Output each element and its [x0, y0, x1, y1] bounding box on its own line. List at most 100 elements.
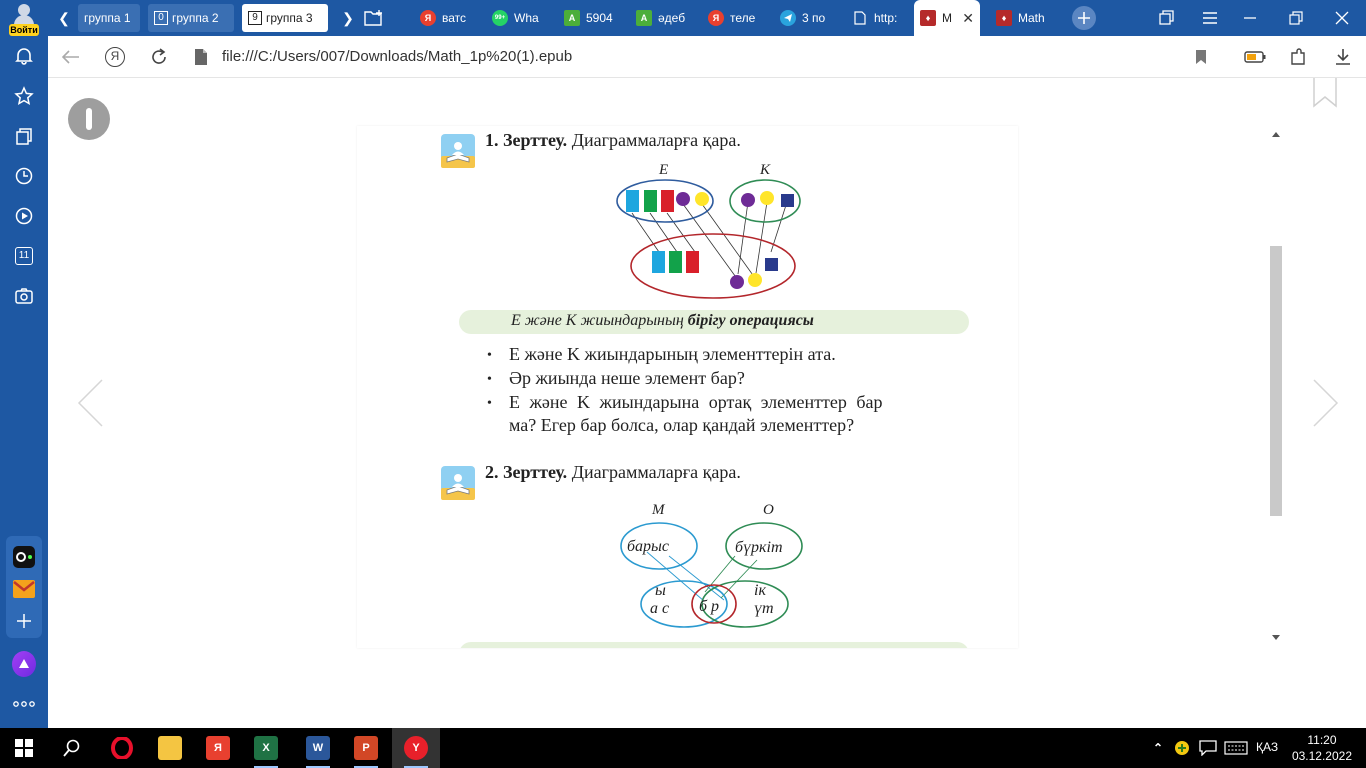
excel-icon: X: [254, 736, 278, 760]
letters-middle: б р: [699, 598, 719, 615]
powerpoint-icon: P: [354, 736, 378, 760]
tab-6[interactable]: http:: [852, 4, 908, 32]
telegram-icon: [780, 10, 796, 26]
bullet-text: E және K жиындарына ортақ элементтер бар: [509, 392, 883, 412]
bell-icon[interactable]: [12, 44, 36, 68]
tab-group-2[interactable]: 0 группа 2: [148, 4, 234, 32]
tab-group-3[interactable]: 9 группа 3: [242, 4, 328, 32]
scroll-down-icon[interactable]: [1271, 634, 1281, 642]
language-indicator[interactable]: ҚАЗ: [1256, 740, 1278, 754]
excel-app[interactable]: X: [242, 728, 290, 768]
union-diagram: E K: [616, 162, 801, 299]
history-icon[interactable]: [12, 164, 36, 188]
yandex-icon: Я: [206, 736, 230, 760]
tab-3[interactable]: A әдеб: [636, 4, 692, 32]
star-icon[interactable]: [12, 84, 36, 108]
notifications-icon[interactable]: [1196, 736, 1220, 760]
groups-forward-icon[interactable]: ❯: [338, 8, 358, 28]
set-m-label: M: [651, 502, 666, 518]
add-icon[interactable]: [12, 609, 36, 633]
book-icon: ♦: [920, 10, 936, 26]
tab-bar: ❮ группа 1 0 группа 2 9 группа 3 ❯ Я ват…: [48, 0, 1366, 36]
scroll-up-icon[interactable]: [1271, 130, 1281, 138]
green-square: [669, 251, 682, 273]
tab-5[interactable]: 3 по: [780, 4, 836, 32]
back-icon[interactable]: [60, 46, 82, 68]
new-tab-icon[interactable]: [1072, 6, 1096, 30]
navy-square: [781, 194, 794, 207]
screenshot-icon[interactable]: [12, 284, 36, 308]
yandex-home-icon[interactable]: Я: [104, 46, 126, 68]
previous-page-icon[interactable]: [76, 378, 106, 428]
search-icon[interactable]: [60, 736, 84, 760]
yandex-app[interactable]: Я: [194, 728, 242, 768]
clock[interactable]: 11:20 03.12.2022: [1292, 732, 1352, 764]
task-1-title: 1. Зерттеу. Диаграммаларға қара.: [485, 130, 741, 151]
close-tab-icon[interactable]: ✕: [962, 10, 974, 27]
keyboard-icon[interactable]: [1222, 736, 1250, 760]
network-status-icon[interactable]: [1170, 736, 1194, 760]
battery-icon[interactable]: [1242, 46, 1268, 68]
chevron-up-icon[interactable]: ⌃: [1146, 736, 1170, 760]
minimize-icon[interactable]: [1240, 8, 1260, 28]
scrollbar-thumb[interactable]: [1270, 246, 1282, 516]
more-icon[interactable]: [12, 692, 36, 716]
intersection-diagram: M O барыс бүркіт ы а с б р ік үт: [620, 502, 803, 628]
windows-start-icon[interactable]: [12, 736, 36, 760]
file-explorer-app[interactable]: [146, 728, 194, 768]
alice-assistant-icon[interactable]: [12, 651, 36, 677]
toc-toggle-button[interactable]: [68, 98, 110, 140]
yandex-icon: Я: [708, 10, 724, 26]
page-bookmark-icon[interactable]: [1312, 78, 1338, 108]
mail-icon[interactable]: [12, 577, 36, 601]
yellow-circle: [695, 192, 709, 206]
file-icon: [852, 10, 868, 26]
next-page-icon[interactable]: [1310, 378, 1340, 428]
caption-part-2: бірігу операциясы: [687, 312, 814, 329]
a-icon: A: [636, 10, 652, 26]
tab-7[interactable]: ♦ M ✕: [914, 0, 980, 36]
set-o-label: O: [763, 502, 774, 518]
bullet-text: ма? Егер бар болса, олар қандай элементт…: [509, 415, 855, 435]
restore-icon[interactable]: [1286, 8, 1306, 28]
tab-label: Math: [1018, 11, 1045, 25]
task-1-title-bold: Зерттеу.: [503, 130, 568, 150]
close-window-icon[interactable]: [1332, 8, 1352, 28]
yandex-browser-app[interactable]: Y: [392, 728, 440, 768]
powerpoint-app[interactable]: P: [342, 728, 390, 768]
new-group-icon[interactable]: [364, 8, 384, 28]
epub-viewer: 1. Зерттеу. Диаграммаларға қара. E K E ж…: [48, 78, 1366, 728]
extensions-icon[interactable]: [1288, 46, 1310, 68]
menu-icon[interactable]: [1200, 8, 1220, 28]
tabs-counter-icon[interactable]: 11: [12, 244, 36, 268]
word-app[interactable]: W: [294, 728, 342, 768]
tab-8[interactable]: ♦ Math: [996, 4, 1060, 32]
yellow-circle: [748, 273, 762, 287]
opera-app[interactable]: [98, 728, 146, 768]
download-icon[interactable]: [1332, 46, 1354, 68]
task-2-title-rest: Диаграммаларға қара.: [571, 462, 741, 482]
login-button[interactable]: Войти: [6, 4, 42, 36]
task-2-title: 2. Зерттеу. Диаграммаларға қара.: [485, 462, 741, 483]
reload-icon[interactable]: [148, 46, 170, 68]
cyan-square: [626, 190, 639, 212]
tab-group-1[interactable]: группа 1: [78, 4, 140, 32]
bullet-text: E және K жиындарының элементтерін ата.: [509, 344, 836, 364]
groups-back-icon[interactable]: ❮: [54, 8, 74, 28]
tab-1[interactable]: 99+ Wha: [492, 4, 548, 32]
tab-2[interactable]: A 5904: [564, 4, 620, 32]
navy-square: [765, 258, 778, 271]
alice-icon[interactable]: [12, 545, 36, 569]
tab-4[interactable]: Я теле: [708, 4, 764, 32]
tabs-view-icon[interactable]: [1156, 8, 1176, 28]
play-icon[interactable]: [12, 204, 36, 228]
tab-label: әдеб: [658, 11, 686, 25]
url-field[interactable]: file:///C:/Users/007/Downloads/Math_1p%2…: [222, 48, 572, 65]
cyan-square: [652, 251, 665, 273]
collections-icon[interactable]: [12, 124, 36, 148]
set-k-label: K: [759, 162, 771, 178]
bullet-dot: •: [487, 348, 492, 363]
bookmark-icon[interactable]: [1190, 46, 1212, 68]
tab-label: http:: [874, 11, 898, 25]
tab-0[interactable]: Я ватс: [420, 4, 476, 32]
